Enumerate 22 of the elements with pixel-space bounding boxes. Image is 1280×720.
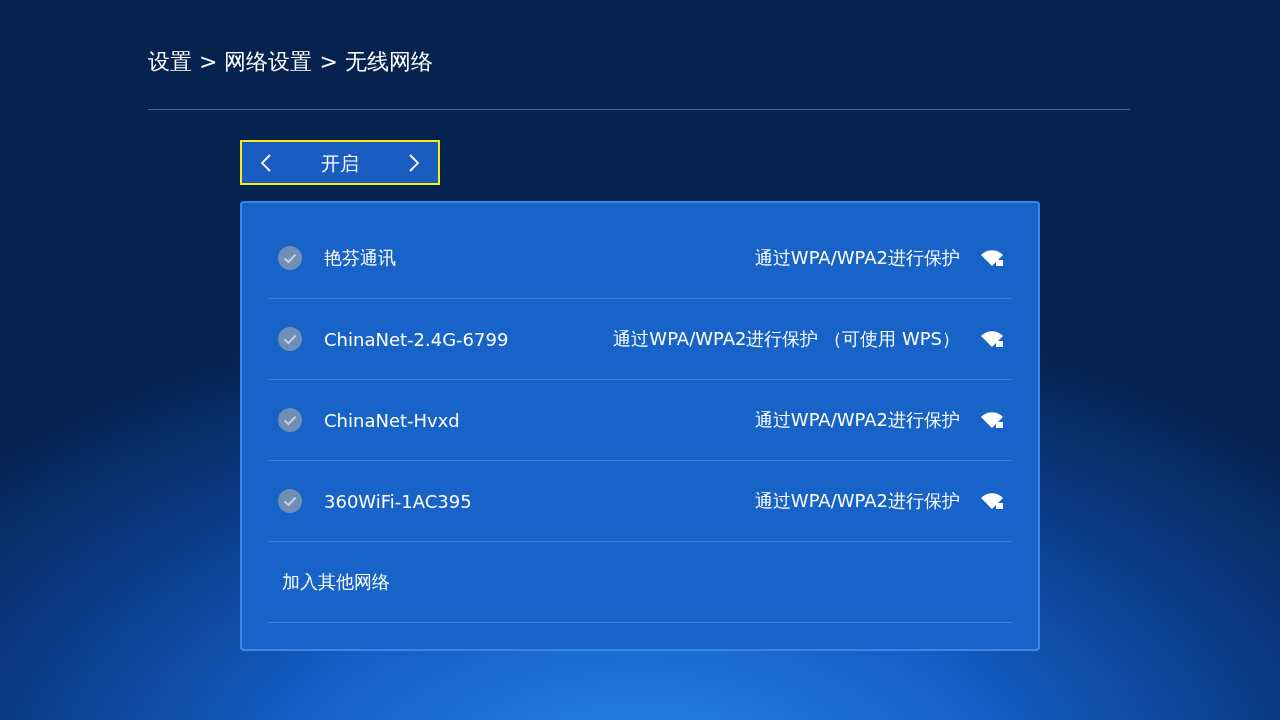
network-row[interactable]: ChinaNet-2.4G-6799 通过WPA/WPA2进行保护 （可使用 WPS）	[268, 299, 1012, 380]
network-row[interactable]: ChinaNet-Hvxd 通过WPA/WPA2进行保护	[268, 380, 1012, 461]
network-name: 艳芬通讯	[324, 246, 397, 270]
security-label: 通过WPA/WPA2进行保护	[754, 489, 960, 513]
chevron-right-icon[interactable]	[408, 152, 420, 173]
security-label: 通过WPA/WPA2进行保护 （可使用 WPS）	[613, 327, 960, 351]
network-name: ChinaNet-Hvxd	[324, 409, 461, 431]
wifi-lock-icon	[980, 330, 1004, 348]
security-label: 通过WPA/WPA2进行保护	[754, 408, 960, 432]
security-label: 通过WPA/WPA2进行保护	[754, 246, 960, 270]
wifi-lock-icon	[980, 411, 1004, 429]
network-row[interactable]: 艳芬通讯 通过WPA/WPA2进行保护	[268, 218, 1012, 299]
breadcrumb: 设置 > 网络设置 > 无线网络	[148, 48, 433, 76]
network-name: ChinaNet-2.4G-6799	[324, 328, 510, 350]
chevron-left-icon[interactable]	[260, 152, 272, 173]
wifi-toggle[interactable]: 开启	[240, 140, 440, 185]
network-row[interactable]: 360WiFi-1AC395 通过WPA/WPA2进行保护	[268, 461, 1012, 542]
toggle-value: 开启	[321, 150, 359, 175]
network-name: 360WiFi-1AC395	[324, 490, 473, 512]
wifi-lock-icon	[980, 249, 1004, 267]
join-other-network[interactable]: 加入其他网络	[282, 570, 390, 594]
wifi-lock-icon	[980, 492, 1004, 510]
